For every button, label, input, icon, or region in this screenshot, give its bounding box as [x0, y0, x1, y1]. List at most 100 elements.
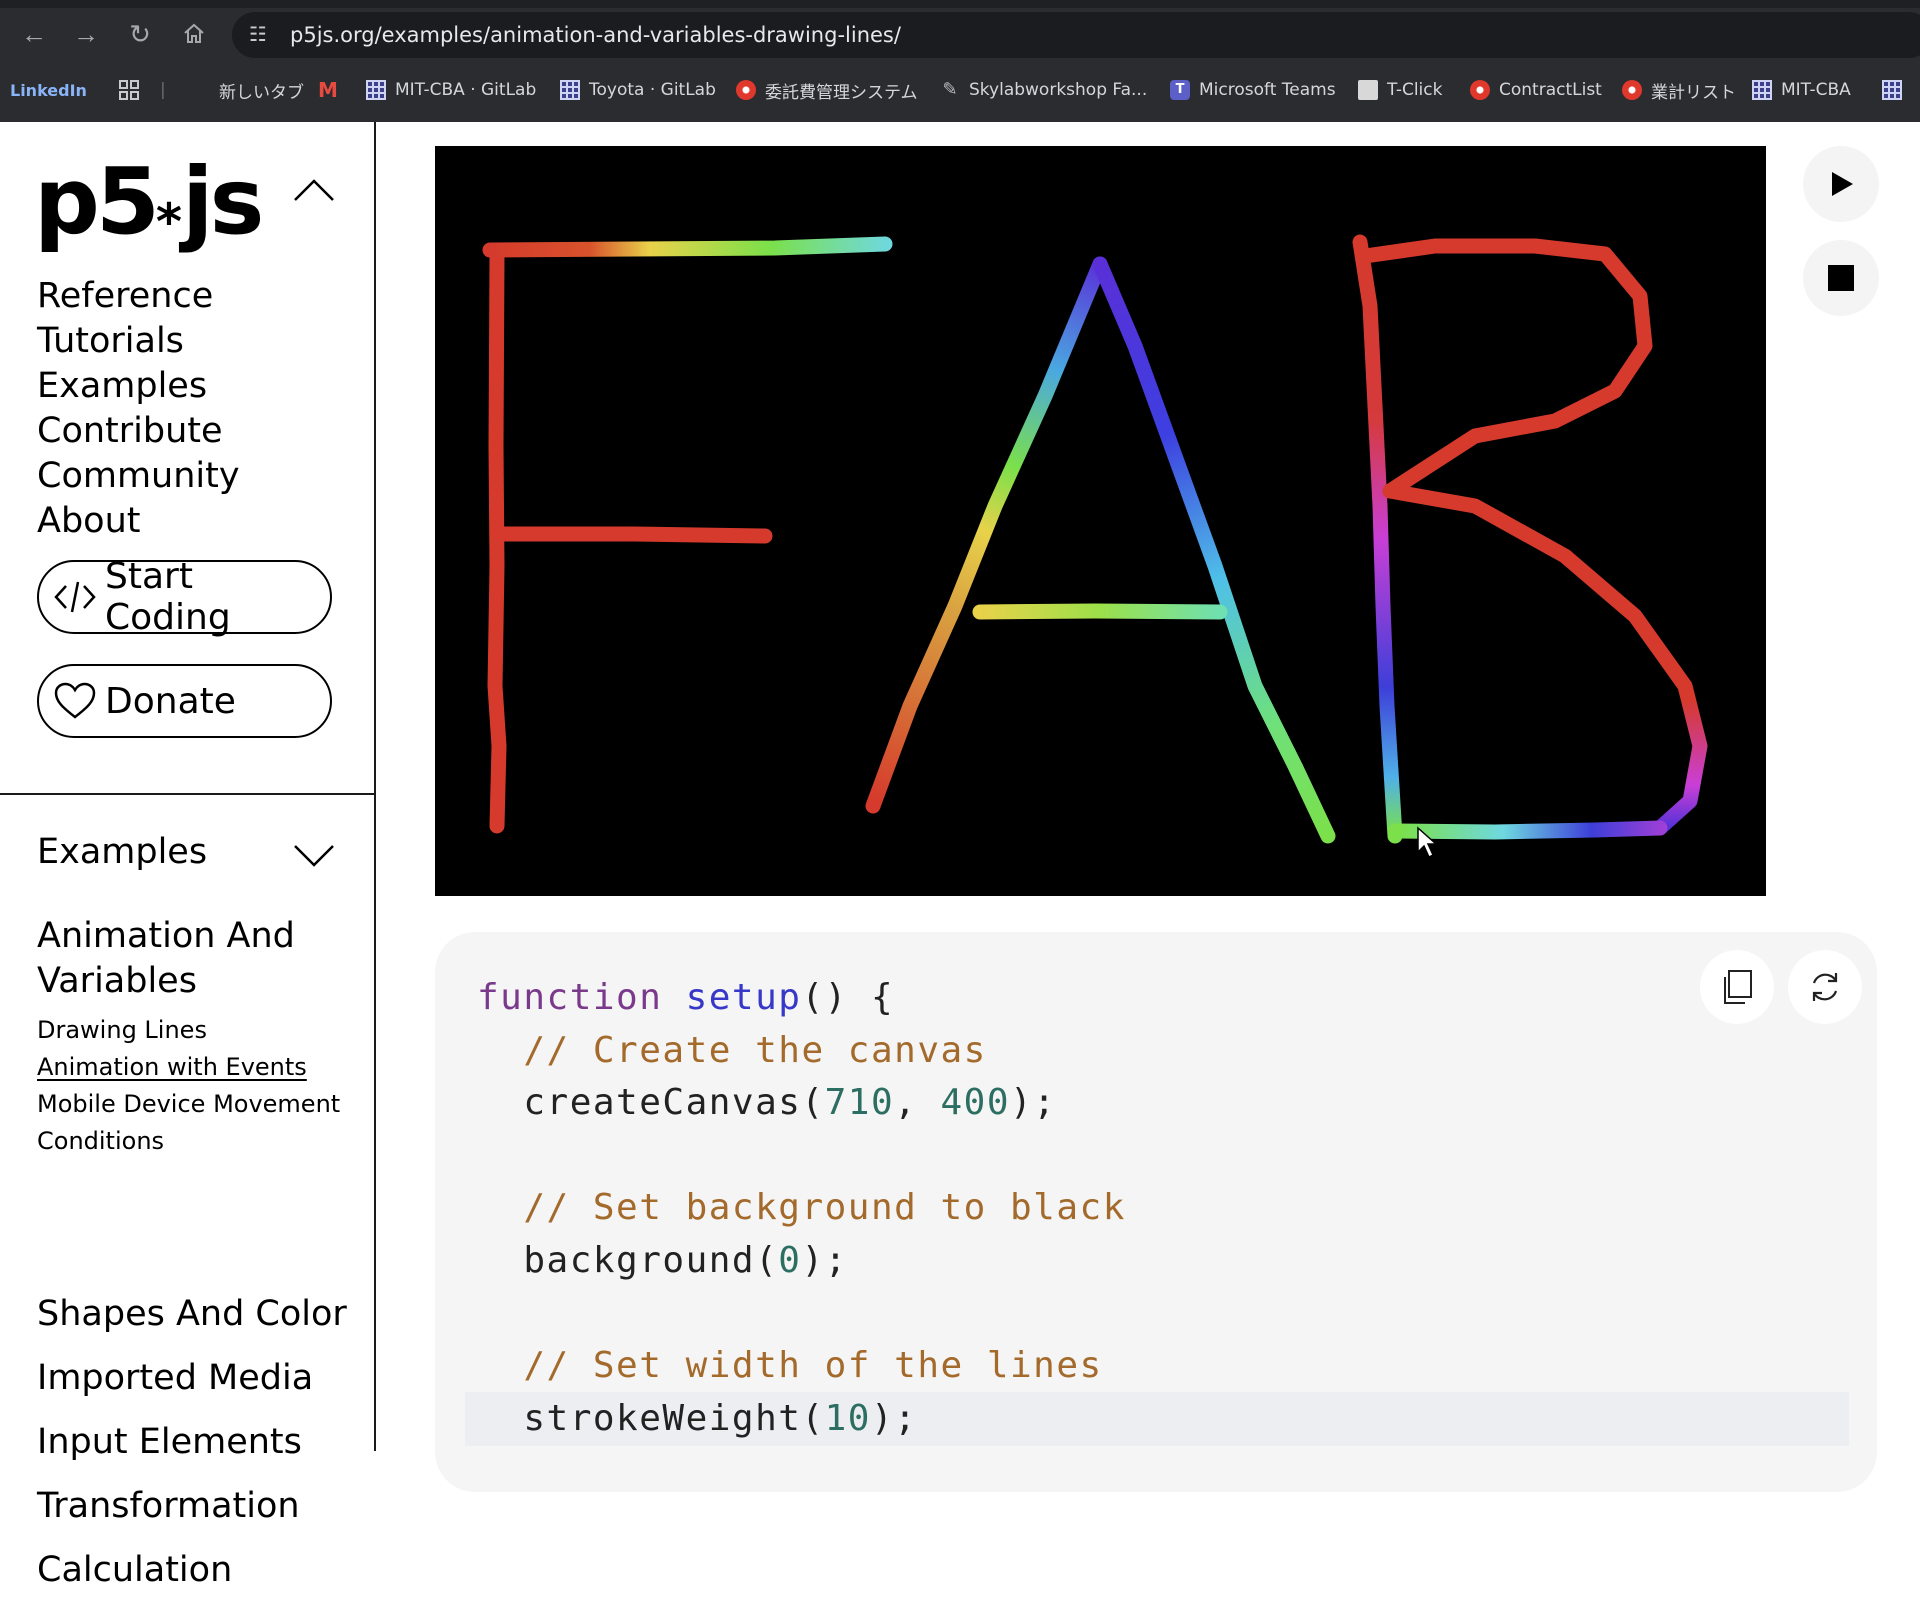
main-nav: Reference Tutorials Examples Contribute …: [37, 274, 240, 544]
new-tab-icon: [190, 80, 210, 100]
sketch-drawing: [482, 234, 1708, 844]
p5js-logo[interactable]: p5*js: [34, 156, 264, 248]
gitlab-grid-icon: [1752, 80, 1772, 100]
code-text[interactable]: function setup() { // Create the canvas …: [477, 972, 1126, 1445]
bookmark-itakuhi[interactable]: 委託費管理システム: [736, 76, 918, 104]
bookmarks-bar: LinkedIn | 新しいタブ M MIT-CBA · GitLab Toyo…: [0, 70, 1920, 110]
bookmark-skylabworkshop[interactable]: ✎ Skylabworkshop Fa...: [940, 76, 1147, 104]
gmail-icon: M: [318, 78, 338, 102]
home-icon[interactable]: [176, 16, 212, 52]
code-line[interactable]: [477, 1130, 1126, 1183]
reload-icon[interactable]: ↻: [122, 16, 158, 52]
bookmark-linkedin[interactable]: LinkedIn: [10, 76, 87, 104]
code-token: 0: [778, 1239, 802, 1281]
tab-strip: [0, 0, 1920, 8]
bookmark-mit-cba[interactable]: MIT-CBA: [1752, 76, 1851, 104]
example-animation-with-events[interactable]: Animation with Events: [37, 1049, 340, 1086]
sidebar: p5*js Reference Tutorials Examples Contr…: [0, 122, 376, 1590]
bookmark-overflow[interactable]: [1882, 76, 1911, 104]
code-line[interactable]: createCanvas(710, 400);: [477, 1077, 1126, 1130]
code-token: 710: [824, 1082, 895, 1124]
play-button[interactable]: [1803, 146, 1879, 222]
code-brackets-icon: [53, 575, 97, 619]
code-token: // Create the canvas: [523, 1029, 987, 1071]
nav-community[interactable]: Community: [37, 454, 240, 499]
category-input-elements[interactable]: Input Elements: [37, 1410, 347, 1474]
example-conditions[interactable]: Conditions: [37, 1123, 340, 1160]
code-line[interactable]: background(0);: [477, 1235, 1126, 1288]
gitlab-grid-icon: [560, 80, 580, 100]
category-list: Shapes And Color Imported Media Input El…: [37, 1282, 347, 1602]
pen-icon: ✎: [942, 79, 958, 100]
code-editor[interactable]: function setup() { // Create the canvas …: [435, 932, 1877, 1492]
category-animation-and-variables[interactable]: Animation And Variables: [37, 914, 337, 1004]
mouse-cursor-icon: [1417, 826, 1438, 859]
forward-arrow-icon[interactable]: →: [68, 16, 104, 52]
code-line[interactable]: // Set width of the lines: [477, 1340, 1126, 1393]
bookmark-gyoukei-list[interactable]: 業計リスト: [1622, 76, 1736, 104]
bookmark-contractlist[interactable]: ContractList: [1470, 76, 1602, 104]
code-token: 400: [940, 1082, 1011, 1124]
refresh-icon: [1812, 973, 1838, 1001]
code-line[interactable]: strokeWeight(10);: [477, 1393, 1126, 1446]
site-settings-icon[interactable]: ☷: [246, 23, 270, 47]
examples-heading[interactable]: Examples: [37, 832, 207, 872]
example-mobile-device-movement[interactable]: Mobile Device Movement: [37, 1086, 340, 1123]
bookmark-microsoft-teams[interactable]: T Microsoft Teams: [1170, 76, 1336, 104]
copy-icon: [1724, 970, 1752, 1004]
teams-icon: T: [1170, 80, 1190, 100]
sketch-canvas[interactable]: [435, 146, 1766, 896]
chevron-up-icon[interactable]: [292, 170, 336, 214]
address-bar[interactable]: ☷ p5js.org/examples/animation-and-variab…: [232, 12, 1920, 58]
code-token: setup: [685, 977, 802, 1018]
chevron-down-icon[interactable]: [292, 832, 336, 876]
bookmark-gmail[interactable]: M: [318, 76, 347, 104]
sidebar-divider: [0, 793, 374, 795]
code-token: // Set width of the lines: [523, 1345, 1103, 1387]
code-token: background(: [477, 1239, 779, 1281]
start-coding-button[interactable]: Start Coding: [37, 556, 332, 638]
code-line[interactable]: // Set background to black: [477, 1182, 1126, 1235]
gitlab-grid-icon: [1882, 80, 1902, 100]
red-circle-icon: [1470, 80, 1490, 100]
back-arrow-icon[interactable]: ←: [16, 16, 52, 52]
bookmark-mit-cba-gitlab[interactable]: MIT-CBA · GitLab: [366, 76, 536, 104]
code-token: () {: [801, 977, 895, 1018]
category-shapes-and-color[interactable]: Shapes And Color: [37, 1282, 347, 1346]
bookmark-t-click[interactable]: T-Click: [1358, 76, 1442, 104]
bookmarks-separator: |: [160, 80, 166, 100]
code-token: );: [870, 1397, 918, 1439]
stop-button[interactable]: [1803, 240, 1879, 316]
code-token: createCanvas(: [477, 1082, 825, 1124]
reset-code-button[interactable]: [1788, 950, 1862, 1024]
code-line[interactable]: // Create the canvas: [477, 1025, 1126, 1078]
code-line[interactable]: function setup() {: [477, 972, 1126, 1025]
category-imported-media[interactable]: Imported Media: [37, 1346, 347, 1410]
donate-button[interactable]: Donate: [37, 664, 332, 738]
copy-code-button[interactable]: [1700, 950, 1774, 1024]
code-token: function: [477, 977, 663, 1018]
code-token: 10: [824, 1397, 871, 1439]
bookmark-toyota-gitlab[interactable]: Toyota · GitLab: [560, 76, 716, 104]
code-token: // Set background to black: [523, 1187, 1126, 1229]
nav-reference[interactable]: Reference: [37, 274, 240, 319]
nav-contribute[interactable]: Contribute: [37, 409, 240, 454]
browser-chrome: ← → ↻ ☷ p5js.org/examples/animation-and-…: [0, 0, 1920, 122]
address-url[interactable]: p5js.org/examples/animation-and-variable…: [290, 23, 901, 47]
gitlab-grid-icon: [366, 80, 386, 100]
nav-about[interactable]: About: [37, 499, 240, 544]
nav-tutorials[interactable]: Tutorials: [37, 319, 240, 364]
stop-icon: [1828, 265, 1854, 291]
example-drawing-lines[interactable]: Drawing Lines: [37, 1012, 340, 1049]
code-line[interactable]: [477, 1288, 1126, 1341]
nav-examples[interactable]: Examples: [37, 364, 240, 409]
bookmark-new-tab[interactable]: 新しいタブ: [190, 76, 304, 104]
example-list: Drawing Lines Animation with Events Mobi…: [37, 1012, 340, 1160]
apps-grid-icon[interactable]: [118, 76, 140, 104]
code-token: ,: [894, 1082, 941, 1124]
category-calculation[interactable]: Calculation: [37, 1538, 347, 1602]
category-transformation[interactable]: Transformation: [37, 1474, 347, 1538]
tclick-icon: [1358, 80, 1378, 100]
